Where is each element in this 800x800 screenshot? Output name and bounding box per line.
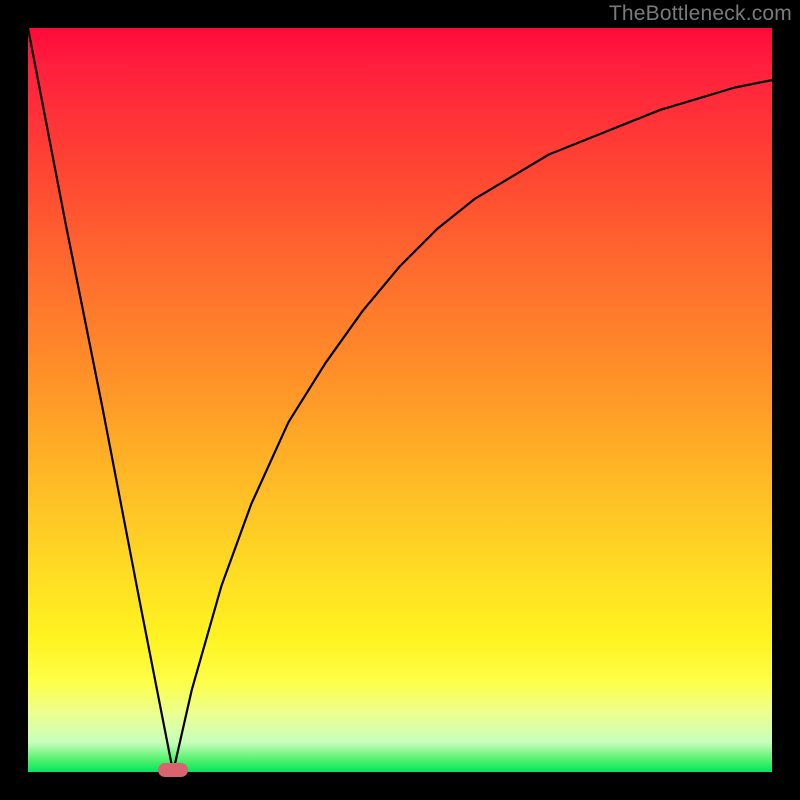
chart-plot-area	[28, 28, 772, 772]
bottleneck-curve	[28, 28, 772, 772]
watermark-text: TheBottleneck.com	[609, 2, 792, 26]
minimum-marker	[158, 763, 188, 777]
